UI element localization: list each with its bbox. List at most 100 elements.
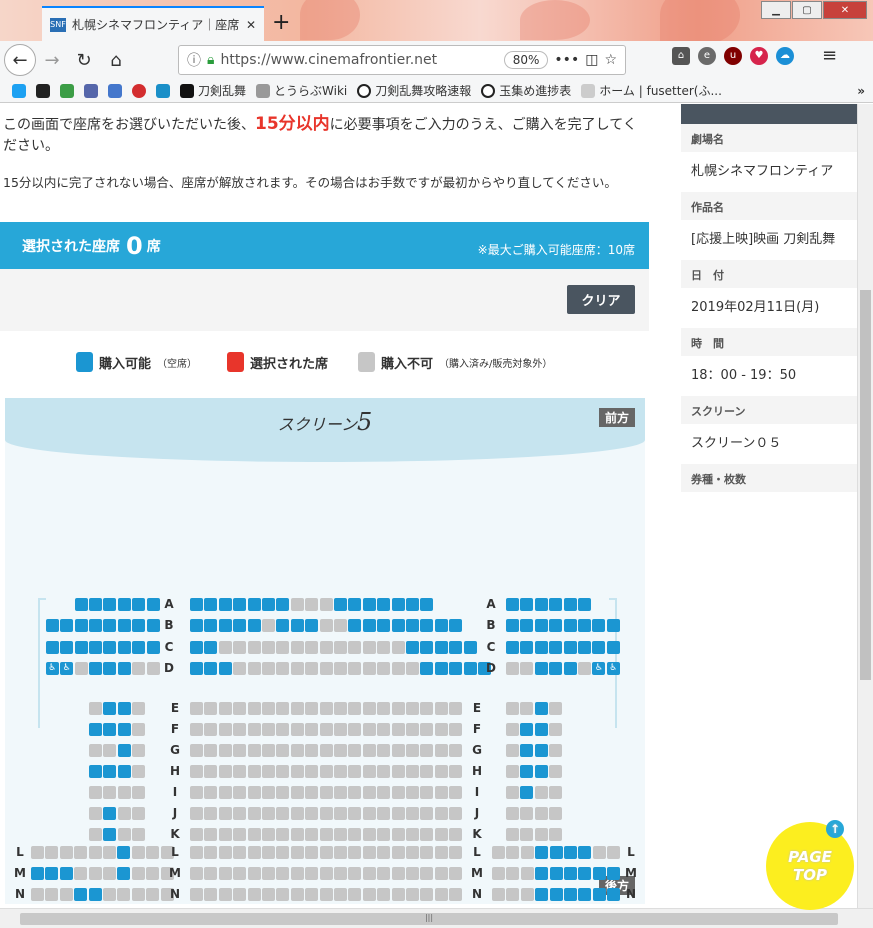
seat-available[interactable] — [348, 598, 362, 611]
seat-available[interactable] — [535, 846, 549, 859]
tab-close-icon[interactable]: ✕ — [246, 18, 256, 32]
seat-available[interactable] — [449, 619, 463, 633]
back-icon[interactable]: ← — [4, 44, 36, 76]
close-window-icon[interactable]: ✕ — [823, 1, 867, 19]
vertical-scroll-thumb[interactable] — [860, 290, 871, 680]
seat-available[interactable] — [132, 598, 146, 611]
seat-available[interactable] — [564, 888, 577, 901]
seat-available[interactable] — [276, 598, 290, 611]
seat-available[interactable] — [59, 867, 73, 880]
seat-available[interactable] — [89, 598, 102, 611]
seat-available[interactable] — [247, 598, 261, 611]
seat-available[interactable] — [534, 598, 548, 611]
seat-available[interactable] — [362, 619, 376, 633]
seat-available[interactable] — [578, 888, 592, 901]
seat-available[interactable] — [218, 598, 232, 611]
seat-available[interactable] — [563, 640, 577, 654]
seat-available[interactable] — [449, 661, 463, 675]
seat-available[interactable] — [406, 619, 419, 633]
seat-available[interactable] — [607, 867, 621, 880]
seat-available[interactable] — [578, 598, 591, 611]
seat-available[interactable] — [434, 619, 448, 633]
seat-available[interactable] — [520, 619, 534, 633]
seat-available[interactable] — [233, 598, 247, 611]
seat-available[interactable] — [607, 888, 621, 901]
seat-available[interactable] — [578, 640, 591, 654]
seat-available[interactable] — [190, 619, 203, 633]
evernote-icon[interactable]: e — [698, 46, 716, 65]
zoom-level[interactable]: 80% — [503, 51, 549, 69]
extension-icon[interactable]: ⌂ — [672, 46, 690, 65]
seat-available[interactable] — [276, 619, 290, 633]
seat-available[interactable] — [117, 765, 131, 778]
seat-available[interactable] — [290, 619, 304, 633]
ublock-icon[interactable]: u — [724, 46, 742, 65]
seat-available[interactable] — [520, 765, 534, 778]
seat-available[interactable] — [117, 619, 131, 633]
seat-available[interactable] — [31, 867, 44, 880]
seat-available[interactable] — [218, 619, 232, 633]
bookmark-star-icon[interactable]: ☆ — [604, 52, 617, 68]
seat-available[interactable] — [520, 640, 534, 654]
seat-available[interactable] — [463, 640, 477, 654]
seat-available[interactable] — [549, 598, 563, 611]
url-bar[interactable]: ⓘ 🔒︎ https://www.cinemafrontier.net 80% … — [178, 45, 626, 75]
seat-available[interactable] — [117, 661, 131, 675]
seat-available[interactable] — [506, 640, 519, 654]
seat-available[interactable] — [45, 640, 59, 654]
seat-available[interactable] — [362, 598, 376, 611]
seat-available[interactable] — [103, 807, 117, 820]
seat-available[interactable] — [117, 867, 131, 880]
seat-available[interactable] — [334, 598, 347, 611]
seat-available[interactable] — [117, 702, 131, 715]
seat-available[interactable] — [520, 598, 534, 611]
seat-available[interactable] — [520, 723, 534, 736]
seat-available[interactable] — [117, 640, 131, 654]
seat-available[interactable] — [549, 619, 563, 633]
seat-available[interactable] — [117, 744, 131, 757]
seat-available[interactable] — [103, 723, 117, 736]
seat-available[interactable] — [377, 619, 391, 633]
seat-available[interactable] — [534, 723, 548, 736]
seat-available[interactable] — [89, 765, 102, 778]
home-icon[interactable]: ⌂ — [100, 44, 132, 76]
reload-icon[interactable]: ↻ — [68, 44, 100, 76]
seat-available[interactable] — [420, 619, 434, 633]
seat-available[interactable] — [420, 661, 434, 675]
seat-available[interactable] — [606, 640, 620, 654]
seat-available[interactable] — [103, 598, 117, 611]
seat-available[interactable] — [103, 619, 117, 633]
seat-available[interactable] — [218, 661, 232, 675]
feedly-icon[interactable] — [60, 83, 74, 98]
seat-available[interactable] — [74, 619, 88, 633]
seat-available[interactable] — [534, 640, 548, 654]
amazon-icon[interactable] — [36, 83, 50, 98]
seat-available[interactable] — [420, 598, 434, 611]
seat-available[interactable] — [592, 640, 606, 654]
seat-available[interactable] — [305, 619, 319, 633]
seat-available[interactable] — [534, 702, 548, 715]
seat-available[interactable] — [146, 598, 160, 611]
seat-available[interactable] — [420, 640, 434, 654]
wheelchair-seat[interactable]: ♿ — [606, 661, 620, 675]
seat-available[interactable] — [247, 619, 261, 633]
seat-available[interactable] — [592, 888, 606, 901]
seat-available[interactable] — [449, 640, 463, 654]
horizontal-scroll-thumb[interactable]: ||| — [20, 913, 838, 925]
seat-available[interactable] — [89, 723, 102, 736]
seat-available[interactable] — [146, 640, 160, 654]
seat-available[interactable] — [103, 765, 117, 778]
seat-available[interactable] — [578, 867, 592, 880]
maximize-icon[interactable]: ▢ — [792, 1, 822, 19]
seat-available[interactable] — [592, 619, 606, 633]
seat-available[interactable] — [564, 867, 577, 880]
page-top-button[interactable]: ↑ PAGE TOP — [766, 820, 854, 910]
seat-available[interactable] — [534, 661, 548, 675]
minimize-icon[interactable]: ▁ — [761, 1, 791, 19]
more-bookmarks-icon[interactable]: » — [857, 84, 873, 98]
seat-available[interactable] — [592, 867, 606, 880]
pocket-icon[interactable]: ◫ — [585, 52, 598, 68]
seat-available[interactable] — [434, 661, 448, 675]
bookmark-item[interactable]: 玉集め進捗表 — [481, 82, 571, 99]
seat-available[interactable] — [348, 619, 362, 633]
